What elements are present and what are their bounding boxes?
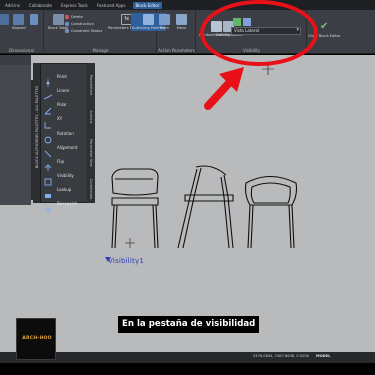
construction-icon [65,22,69,26]
chair-side-view [177,165,234,249]
linear-param-icon [43,86,53,100]
check-icon: ✔ [318,21,330,33]
linear-dimension-button[interactable] [0,14,9,25]
tab-constraints[interactable]: Constraints [89,163,93,215]
dimensional-group: Aligned Dimensional [0,10,44,54]
linear-dimension-icon [0,14,9,25]
move-icon [176,14,187,25]
video-subtitle: En la pestaña de visibilidad [118,316,260,333]
xy-param-icon [44,114,52,129]
palette-item-polar[interactable]: Polar [44,100,67,115]
palette-item-label: Alignment [57,144,78,150]
palette-item-lookup[interactable]: Lookup [44,185,72,198]
construction-button[interactable]: Construction [65,22,94,26]
palette-item-label: Polar [57,101,67,107]
palette-item-xy[interactable]: XY [44,114,63,129]
palette-title-bar[interactable]: BLOCK AUTHORING PALETTES - ALL PALETTES [33,63,41,203]
palette-item-point[interactable]: Point [44,72,67,87]
status-bar: 5376.0644, 1587.6638, 0.0000 MODEL [0,352,375,363]
file-tab[interactable]: Ⅲ n_06_11_17 [0,55,31,71]
model-space-toggle[interactable]: MODEL [316,354,330,358]
polar-param-icon [44,100,52,115]
rotation-param-icon [44,129,52,144]
angular-icon [30,14,38,25]
tab-express-tools[interactable]: Express Tools [59,3,90,8]
dimensional-group-label: Dimensional [9,48,34,53]
tab-block-editor[interactable]: Block Editor [132,1,163,9]
point-label: Point [160,26,169,30]
left-panel [0,65,31,205]
basepoint-param-icon [44,199,52,214]
palette-item-label: Point [57,73,67,79]
ribbon-panel: Aligned Dimensional Block Table Delete C… [0,10,375,54]
palette-item-label: Flip [57,158,65,164]
authoring-palettes-icon [143,14,155,25]
aligned-label: Aligned [12,26,26,30]
move-label: Move [176,26,187,30]
visibility-parameter-label[interactable]: Visibility1 [108,257,144,265]
manage-group: Block Table Delete Construction Constrai… [45,10,167,54]
palette-item-label: Rotation [57,130,74,136]
video-bottom-band [0,363,375,375]
coordinates-readout: 5376.0644, 1587.6638, 0.0000 [253,354,310,358]
delete-label: Delete [71,15,83,19]
palette-item-rotation[interactable]: Rotation [44,129,74,144]
manage-group-label: Manage [92,48,109,53]
action-parameters-label: Action Parameters [158,48,195,53]
block-table-icon [52,14,64,25]
alignment-param-icon [44,143,52,158]
chair-back-view [244,175,298,249]
constraint-status-label: Constraint Status [71,29,103,33]
tab-add-ins[interactable]: Add-ins [3,3,22,8]
flip-param-icon [44,157,52,171]
chair-front-view [111,168,159,249]
tab-featured-apps[interactable]: Featured Apps [95,3,128,8]
red-arrow-icon [204,67,244,110]
highlight-circle [200,0,318,66]
palette-title: BLOCK AUTHORING PALETTES - ALL PALETTES [35,85,39,169]
point-param-icon [44,72,52,87]
logo-text: ARCH-HOO [22,336,52,341]
constraint-status-button[interactable]: Constraint Status [65,29,102,33]
point-button[interactable]: Point [159,14,170,30]
aligned-icon [13,14,25,25]
palette-item-flip[interactable]: Flip [44,157,65,171]
visibility-param-icon [44,171,52,186]
palette-item-label: Linear [57,87,70,93]
constraint-status-icon [65,29,69,33]
palette-item-label: Basepoint [57,200,77,206]
point-icon [159,14,170,25]
palette-item-basepoint[interactable]: Basepoint [44,199,77,214]
palette-item-label: Lookup [57,186,72,192]
ribbon-tab-bar: Add-ins Collaborate Express Tools Featur… [0,0,375,10]
palette-item-alignment[interactable]: Alignment [44,143,78,158]
action-parameters-group: Point Move Action Parameters [158,10,196,54]
palette-item-visibility[interactable]: Visibility [44,171,74,186]
lookup-param-icon [44,185,52,198]
channel-logo: ARCH-HOO [16,318,56,360]
move-button[interactable]: Move [176,14,187,30]
palette-item-label: XY [57,115,63,121]
tab-collaborate[interactable]: Collaborate [27,3,54,8]
palette-item-linear[interactable]: Linear [43,86,70,100]
aligned-button[interactable]: Aligned [12,14,26,30]
construction-label: Construction [71,22,94,26]
angular-button[interactable] [30,14,38,25]
palette-tab-strip: Parameters Actions Parameter Sets Constr… [87,63,95,203]
delete-button[interactable]: Delete [65,15,83,19]
delete-icon [65,15,69,19]
palette-item-label: Visibility [57,172,74,178]
